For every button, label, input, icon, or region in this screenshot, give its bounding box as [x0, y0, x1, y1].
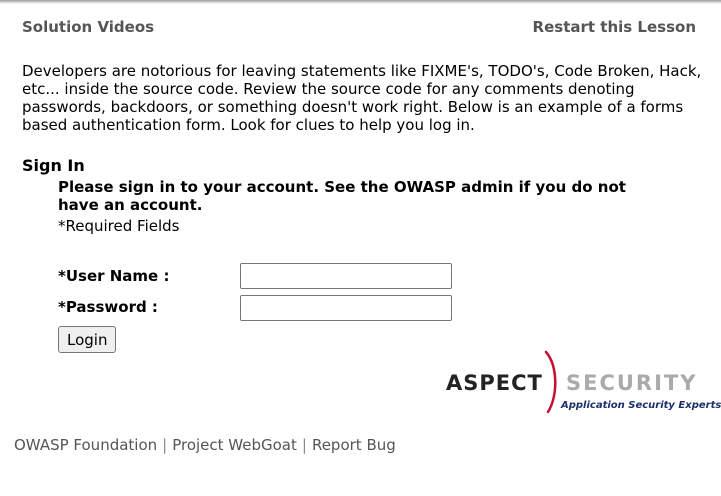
sign-in-heading: Sign In — [22, 156, 85, 175]
logo-swoosh-icon — [544, 350, 557, 414]
footer-link-report-bug[interactable]: Report Bug — [312, 436, 396, 454]
footer-links: OWASP Foundation | Project WebGoat | Report … — [14, 436, 396, 454]
lesson-description: Developers are notorious for leaving sta… — [22, 62, 702, 134]
logo-text-security: SECURITY — [566, 371, 698, 395]
solution-videos-link[interactable]: Solution Videos — [22, 18, 154, 36]
username-label: *User Name : — [58, 267, 170, 285]
logo-tagline: Application Security Experts — [561, 400, 721, 411]
footer-separator: | — [162, 436, 168, 454]
footer-link-project-webgoat[interactable]: Project WebGoat — [172, 436, 297, 454]
logo-text-aspect: ASPECT — [446, 371, 543, 395]
password-label: *Password : — [58, 298, 158, 316]
footer-separator: | — [301, 436, 307, 454]
top-shadow-divider — [0, 0, 721, 4]
required-fields-note: *Required Fields — [58, 217, 180, 235]
footer-link-owasp-foundation[interactable]: OWASP Foundation — [14, 436, 157, 454]
login-button[interactable]: Login — [58, 326, 117, 353]
password-input[interactable] — [240, 295, 452, 321]
aspect-security-logo: ASPECT SECURITY Application Security Exp… — [446, 350, 721, 418]
username-input[interactable] — [240, 263, 452, 289]
restart-lesson-link[interactable]: Restart this Lesson — [533, 18, 696, 36]
sign-in-instructions: Please sign in to your account. See the … — [58, 178, 626, 214]
